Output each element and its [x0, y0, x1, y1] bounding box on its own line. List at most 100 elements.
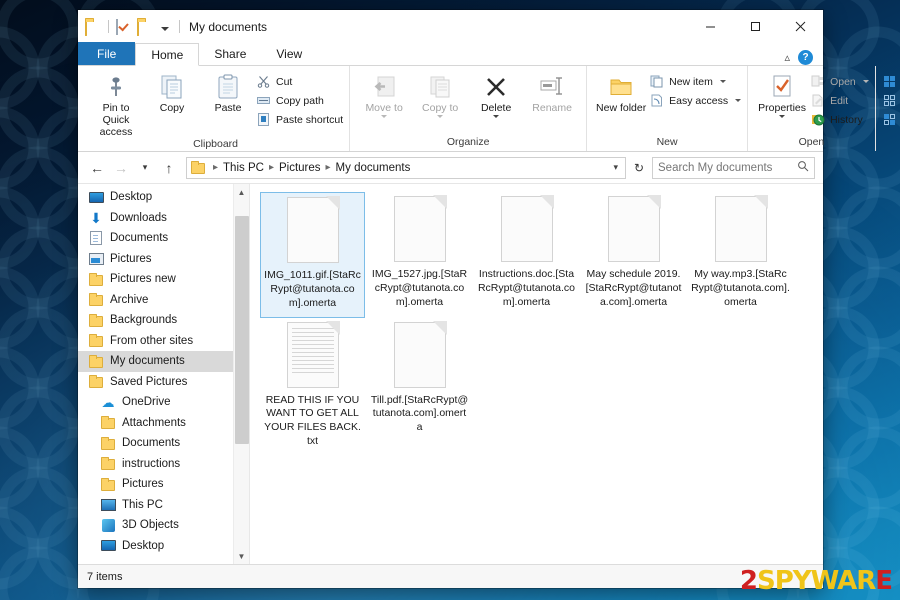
tab-view[interactable]: View: [261, 42, 317, 65]
customize-quick-access-caret-icon[interactable]: [161, 26, 169, 31]
sidebar-item-desktop[interactable]: Desktop: [78, 187, 249, 208]
sidebar-item-my-documents[interactable]: My documents: [78, 351, 249, 372]
sidebar-item-desktop[interactable]: Desktop: [78, 536, 249, 557]
properties-icon[interactable]: [116, 18, 132, 35]
chevron-down-icon[interactable]: [437, 115, 444, 119]
history-button[interactable]: History: [810, 111, 869, 128]
sidebar-item-saved-pictures[interactable]: Saved Pictures: [78, 372, 249, 393]
properties-button[interactable]: Properties: [754, 70, 810, 119]
tab-file[interactable]: File: [78, 42, 136, 65]
sidebar-item-3d-objects[interactable]: 3D Objects: [78, 515, 249, 536]
new-folder-button[interactable]: New folder: [593, 70, 649, 114]
chevron-down-icon[interactable]: [779, 115, 786, 119]
file-icon: [286, 196, 340, 263]
pictures-icon: [88, 251, 104, 267]
sidebar-item-downloads[interactable]: ⬇ Downloads: [78, 208, 249, 229]
chevron-down-icon[interactable]: [719, 80, 726, 83]
chevron-down-icon[interactable]: [735, 99, 742, 102]
refresh-icon[interactable]: ↻: [628, 157, 650, 179]
easy-access-button[interactable]: Easy access: [649, 92, 742, 109]
maximize-button[interactable]: [733, 10, 778, 43]
file-item[interactable]: My way.mp3.[StaRcRypt@tutanota.com].omer…: [688, 192, 793, 318]
sidebar-item-instructions[interactable]: instructions: [78, 454, 249, 475]
scroll-thumb[interactable]: [234, 216, 249, 444]
move-to-button[interactable]: Move to: [356, 70, 412, 119]
new-item-button[interactable]: New item: [649, 73, 741, 90]
breadcrumb-item-my-documents[interactable]: My documents: [336, 162, 411, 174]
chevron-down-icon[interactable]: ▾: [613, 162, 621, 173]
help-icon[interactable]: ?: [798, 50, 813, 65]
new-folder-icon[interactable]: [137, 19, 153, 36]
scroll-up-icon[interactable]: ▲: [234, 184, 250, 200]
folder-icon[interactable]: [85, 19, 101, 36]
scroll-down-icon[interactable]: ▼: [234, 548, 250, 564]
folder-icon: [100, 456, 116, 472]
chevron-down-icon[interactable]: [381, 115, 388, 119]
sidebar-item-this-pc[interactable]: This PC: [78, 495, 249, 516]
edit-button[interactable]: Edit: [810, 92, 869, 109]
sidebar-item-from-other-sites[interactable]: From other sites: [78, 331, 249, 352]
rename-button[interactable]: Rename: [524, 70, 580, 114]
document-icon: [88, 230, 104, 246]
ribbon-group-label-organize: Organize: [446, 136, 490, 148]
sidebar-item-attachments[interactable]: Attachments: [78, 413, 249, 434]
tab-share[interactable]: Share: [199, 42, 261, 65]
select-all-button[interactable]: Select all: [882, 73, 900, 90]
recent-locations-icon[interactable]: ▾: [134, 157, 156, 179]
minimize-button[interactable]: [688, 10, 733, 43]
sidebar-item-backgrounds[interactable]: Backgrounds: [78, 310, 249, 331]
sidebar-item-pictures-new[interactable]: Pictures new: [78, 269, 249, 290]
breadcrumb[interactable]: ▸ This PC ▸ Pictures ▸ My documents ▾: [186, 156, 626, 179]
pin-to-quick-access-button[interactable]: Pin to Quick access: [88, 70, 144, 138]
copy-to-button[interactable]: Copy to: [412, 70, 468, 119]
folder-icon: [88, 353, 104, 369]
select-none-button[interactable]: Select none: [882, 92, 900, 109]
cut-label: Cut: [276, 75, 293, 88]
sidebar-item-pictures[interactable]: Pictures: [78, 474, 249, 495]
sidebar-item-documents[interactable]: Documents: [78, 433, 249, 454]
sidebar-item-label: Downloads: [110, 211, 167, 224]
forward-button[interactable]: →: [110, 157, 132, 179]
breadcrumb-item-pictures[interactable]: Pictures: [279, 162, 321, 174]
sidebar-item-label: OneDrive: [122, 396, 171, 409]
cut-button[interactable]: Cut: [256, 73, 343, 90]
copy-button[interactable]: Copy: [144, 70, 200, 114]
file-item[interactable]: READ THIS IF YOU WANT TO GET ALL YOUR FI…: [260, 318, 365, 455]
back-button[interactable]: ←: [86, 157, 108, 179]
search-icon[interactable]: [797, 160, 809, 175]
pin-to-quick-access-label: Pin to Quick access: [99, 102, 133, 139]
copy-path-button[interactable]: Copy path: [256, 92, 343, 109]
up-button[interactable]: ↑: [158, 157, 180, 179]
sidebar-item-pictures[interactable]: Pictures: [78, 249, 249, 270]
sidebar-item-archive[interactable]: Archive: [78, 290, 249, 311]
collapse-ribbon-icon[interactable]: ▵: [784, 51, 790, 64]
navigation-scrollbar[interactable]: ▲ ▼: [233, 184, 249, 564]
sidebar-item-documents[interactable]: Documents: [78, 228, 249, 249]
copy-to-label: Copy to: [422, 102, 459, 114]
search-placeholder: Search My documents: [658, 161, 773, 174]
file-item[interactable]: IMG_1011.gif.[StaRcRypt@tutanota.com].om…: [260, 192, 365, 318]
file-item[interactable]: Instructions.doc.[StaRcRypt@tutanota.com…: [474, 192, 579, 318]
scroll-track[interactable]: [234, 200, 250, 548]
open-button[interactable]: Open: [810, 73, 869, 90]
file-item[interactable]: Till.pdf.[StaRcRypt@tutanota.com].omerta: [367, 318, 472, 455]
sidebar-item-label: Pictures: [110, 252, 152, 265]
close-button[interactable]: [778, 10, 823, 43]
invert-selection-button[interactable]: Invert selection: [882, 111, 900, 128]
search-input[interactable]: Search My documents: [652, 156, 815, 179]
paste-button[interactable]: Paste: [200, 70, 256, 114]
delete-button[interactable]: Delete: [468, 70, 524, 119]
new-small-commands: New item Easy access: [649, 70, 742, 109]
paste-shortcut-button[interactable]: Paste shortcut: [256, 111, 343, 128]
file-item[interactable]: May schedule 2019.[StaRcRypt@tutanota.co…: [581, 192, 686, 318]
file-item[interactable]: IMG_1527.jpg.[StaRcRypt@tutanota.com].om…: [367, 192, 472, 318]
tab-home[interactable]: Home: [135, 43, 200, 66]
sidebar-item-label: My documents: [110, 355, 185, 368]
sidebar-item-onedrive[interactable]: ☁ OneDrive: [78, 392, 249, 413]
chevron-down-icon[interactable]: [862, 80, 869, 83]
breadcrumb-item-this-pc[interactable]: This PC: [223, 162, 264, 174]
title-bar[interactable]: My documents: [78, 10, 823, 43]
breadcrumb-separator: ▸: [325, 162, 331, 173]
file-list-pane[interactable]: IMG_1011.gif.[StaRcRypt@tutanota.com].om…: [250, 184, 823, 564]
chevron-down-icon[interactable]: [493, 115, 500, 119]
